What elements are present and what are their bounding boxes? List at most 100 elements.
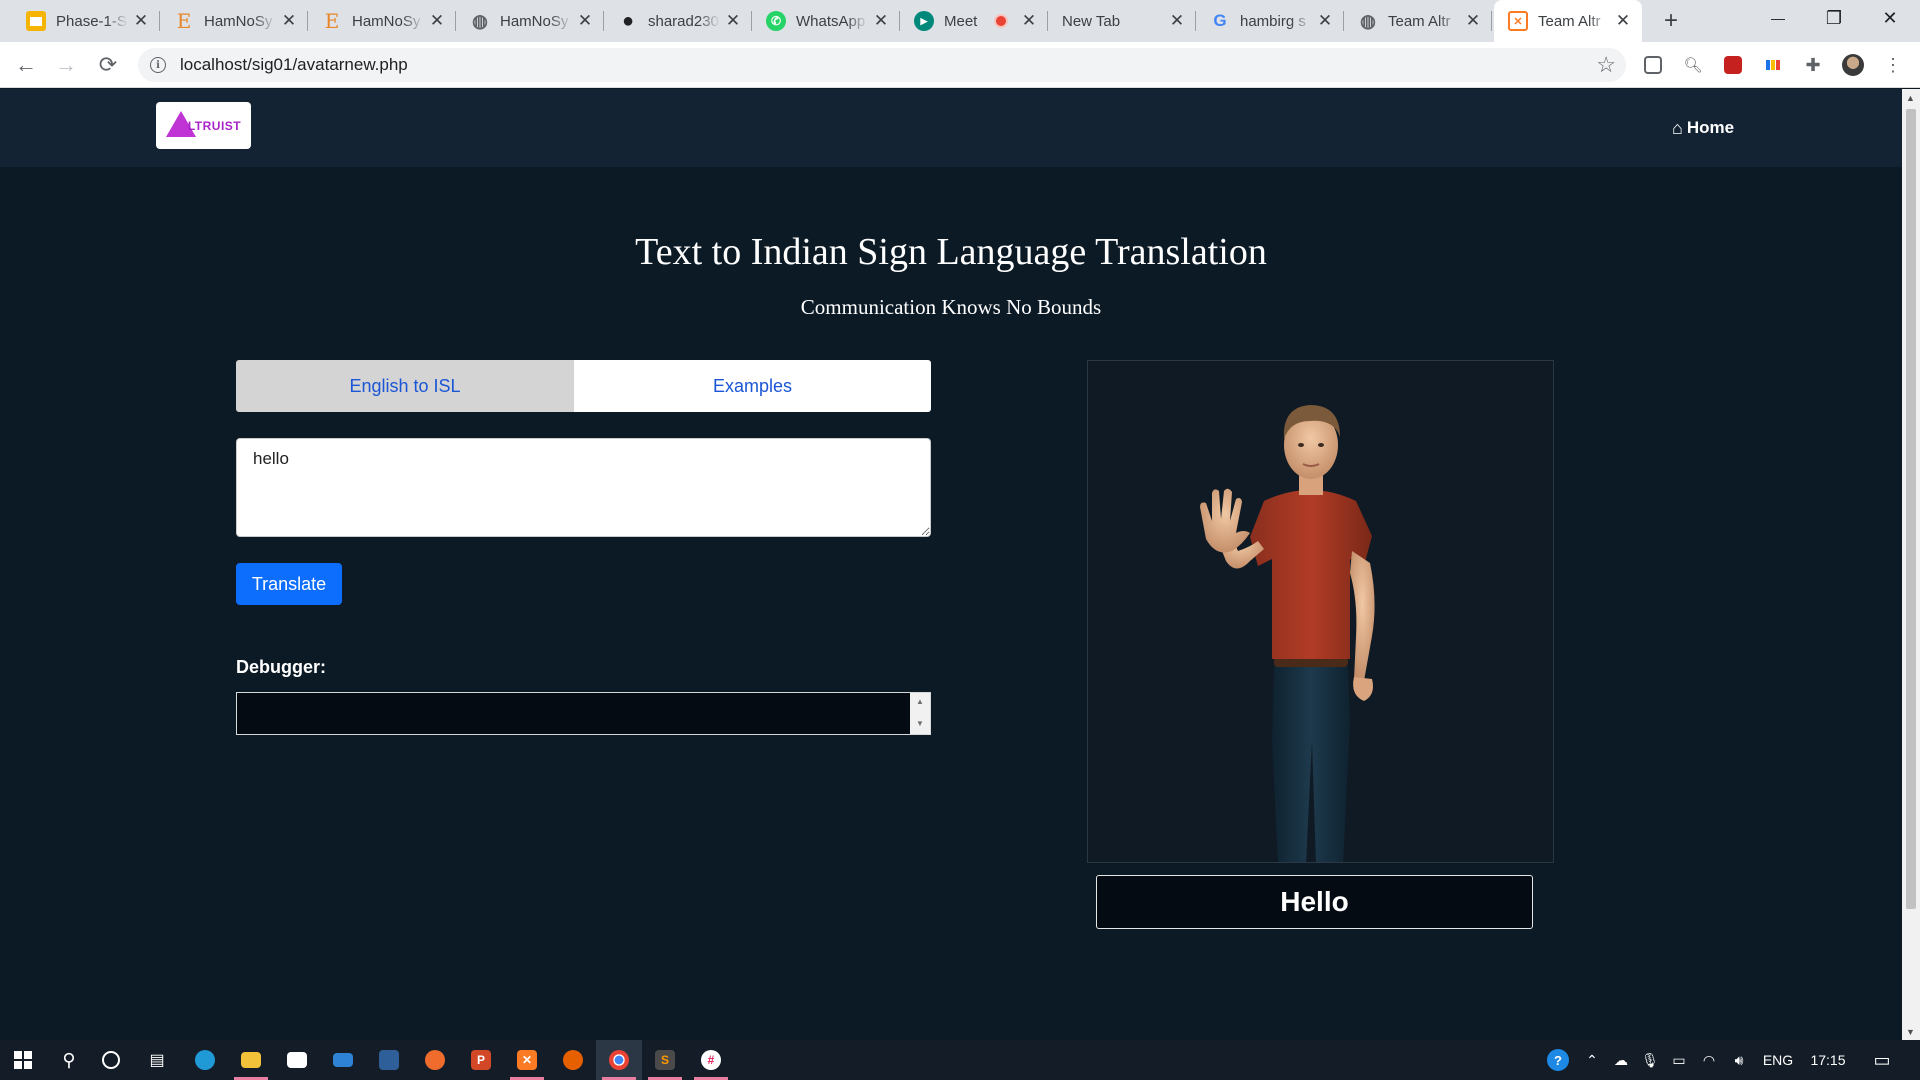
translated-word-display: Hello — [1096, 875, 1533, 929]
mail-icon[interactable] — [320, 1040, 366, 1080]
extension-badge-icon[interactable] — [1642, 54, 1664, 76]
page-scrollbar[interactable]: ▲ ▼ — [1902, 89, 1920, 1041]
profile-avatar[interactable] — [1842, 54, 1864, 76]
forward-button[interactable]: → — [50, 49, 82, 81]
store-icon[interactable] — [274, 1040, 320, 1080]
translate-button[interactable]: Translate — [236, 563, 342, 605]
scroll-down-icon[interactable]: ▼ — [1906, 1027, 1915, 1037]
browser-tab[interactable]: ◍ HamNoSy ✕ — [456, 0, 604, 42]
browser-toolbar: ← → ⟳ i localhost/sig01/avatarnew.php ☆ … — [0, 42, 1920, 88]
browser-menu-icon[interactable]: ⋮ — [1882, 54, 1904, 76]
scroll-up-icon[interactable]: ▲ — [1906, 93, 1915, 103]
onedrive-icon[interactable]: ☁ — [1606, 1040, 1636, 1080]
sublime-text-icon[interactable]: S — [642, 1040, 688, 1080]
extensions-puzzle-icon[interactable]: ✚ — [1802, 54, 1824, 76]
extension-colorbar-icon[interactable] — [1762, 54, 1784, 76]
tab-examples[interactable]: Examples — [574, 360, 931, 412]
edge-icon[interactable] — [182, 1040, 228, 1080]
minimize-button[interactable]: — — [1750, 0, 1806, 36]
home-icon: ⌂ — [1672, 117, 1683, 138]
tab-title: Phase-1-S — [56, 12, 127, 30]
browser-tab[interactable]: E HamNoSy ✕ — [308, 0, 456, 42]
browser-tab[interactable]: ◍ Team Altr ✕ — [1344, 0, 1492, 42]
windows-start-icon[interactable] — [0, 1040, 46, 1080]
tab-title: HamNoSy — [204, 12, 273, 30]
microphone-icon[interactable]: 🎙︎ — [1636, 1040, 1664, 1080]
task-view-icon[interactable]: ▤ — [134, 1040, 180, 1080]
address-bar[interactable]: i localhost/sig01/avatarnew.php ☆ — [138, 48, 1626, 82]
xampp-icon: ✕ — [1508, 11, 1528, 31]
scroll-up-icon[interactable]: ▲ — [916, 697, 924, 706]
tab-title: hambirg s — [1240, 12, 1306, 30]
browser-tab[interactable]: G hambirg s ✕ — [1196, 0, 1344, 42]
file-explorer-icon[interactable] — [228, 1040, 274, 1080]
powerpoint-icon[interactable]: P — [458, 1040, 504, 1080]
close-icon[interactable]: ✕ — [132, 11, 150, 30]
tab-title: sharad230 — [648, 12, 719, 30]
avatar-viewport[interactable] — [1087, 360, 1554, 863]
new-tab-button[interactable]: + — [1656, 6, 1686, 36]
notification-icon[interactable]: ▭ — [1864, 1040, 1900, 1080]
help-icon[interactable]: ? — [1542, 1040, 1574, 1080]
zoom-icon[interactable]: 🔍︎ — [1682, 54, 1704, 76]
browser-tab[interactable]: ▶ Meet ✕ — [900, 0, 1048, 42]
close-icon[interactable]: ✕ — [872, 11, 890, 30]
close-icon[interactable]: ✕ — [1464, 11, 1482, 30]
back-button[interactable]: ← — [10, 49, 42, 81]
reload-button[interactable]: ⟳ — [92, 49, 124, 81]
close-icon[interactable]: ✕ — [1614, 11, 1632, 30]
browser-tab-active[interactable]: ✕ Team Altr ✕ — [1494, 0, 1642, 42]
close-icon[interactable]: ✕ — [280, 11, 298, 30]
meet-icon: ▶ — [914, 11, 934, 31]
debugger-label: Debugger: — [236, 657, 326, 677]
browser-tab[interactable]: ✆ WhatsApp ✕ — [752, 0, 900, 42]
debugger-field[interactable]: ▲ ▼ — [236, 692, 931, 735]
site-logo[interactable]: LTRUIST — [156, 102, 251, 149]
maximize-button[interactable]: ❐ — [1806, 0, 1862, 36]
signing-avatar-image — [1200, 405, 1375, 862]
browser-tab[interactable]: New Tab ✕ — [1048, 0, 1196, 42]
wifi-icon[interactable]: ◠ — [1694, 1040, 1724, 1080]
scrollbar-thumb[interactable] — [1906, 109, 1916, 909]
scroll-down-icon[interactable]: ▼ — [916, 719, 924, 728]
bookmark-star-icon[interactable]: ☆ — [1596, 52, 1616, 78]
tab-title: New Tab — [1062, 12, 1121, 30]
debugger-scrollbar[interactable]: ▲ ▼ — [910, 693, 930, 734]
browser-tab[interactable]: ● sharad230 ✕ — [604, 0, 752, 42]
close-icon[interactable]: ✕ — [428, 11, 446, 30]
url-text[interactable]: localhost/sig01/avatarnew.php — [180, 55, 408, 75]
extension-red-icon[interactable] — [1722, 54, 1744, 76]
search-icon[interactable]: ⚲ — [46, 1040, 92, 1080]
site-navbar: LTRUIST ⌂ Home — [0, 89, 1902, 167]
page-title: Text to Indian Sign Language Translation — [635, 231, 1267, 273]
close-window-button[interactable]: ✕ — [1862, 0, 1918, 36]
tab-title: Team Altr — [1538, 12, 1601, 30]
close-icon[interactable]: ✕ — [576, 11, 594, 30]
cortana-icon[interactable] — [88, 1040, 134, 1080]
close-icon[interactable]: ✕ — [1316, 11, 1334, 30]
terminal-icon[interactable] — [366, 1040, 412, 1080]
globe-icon: ◍ — [1360, 10, 1376, 31]
clock[interactable]: 17:15 — [1802, 1040, 1854, 1080]
tab-english-to-isl[interactable]: English to ISL — [236, 360, 574, 412]
chrome-icon[interactable] — [596, 1040, 642, 1080]
home-link[interactable]: ⌂ Home — [1672, 116, 1734, 140]
text-input[interactable]: hello — [236, 438, 931, 537]
postman-icon[interactable] — [412, 1040, 458, 1080]
close-icon[interactable]: ✕ — [1168, 11, 1186, 30]
slack-icon[interactable]: # — [688, 1040, 734, 1080]
battery-icon[interactable]: ▭ — [1664, 1040, 1694, 1080]
site-info-icon[interactable]: i — [150, 57, 166, 73]
windows-taskbar: ⚲ ▤ P ✕ S # ? ⌃ ☁ 🎙︎ ▭ ◠ 🔊︎ ENG 17:15 ▭ — [0, 1040, 1920, 1080]
browser-tab[interactable]: E HamNoSy ✕ — [160, 0, 308, 42]
close-icon[interactable]: ✕ — [724, 11, 742, 30]
tab-title: WhatsApp — [796, 12, 866, 30]
globe-icon: ◍ — [472, 10, 488, 31]
show-hidden-icons[interactable]: ⌃ — [1578, 1040, 1606, 1080]
browser-tab[interactable]: Phase-1-S ✕ — [12, 0, 160, 42]
close-icon[interactable]: ✕ — [1020, 11, 1038, 30]
xampp-icon[interactable]: ✕ — [504, 1040, 550, 1080]
volume-icon[interactable]: 🔊︎ — [1724, 1040, 1754, 1080]
firefox-icon[interactable] — [550, 1040, 596, 1080]
language-indicator[interactable]: ENG — [1756, 1040, 1800, 1080]
